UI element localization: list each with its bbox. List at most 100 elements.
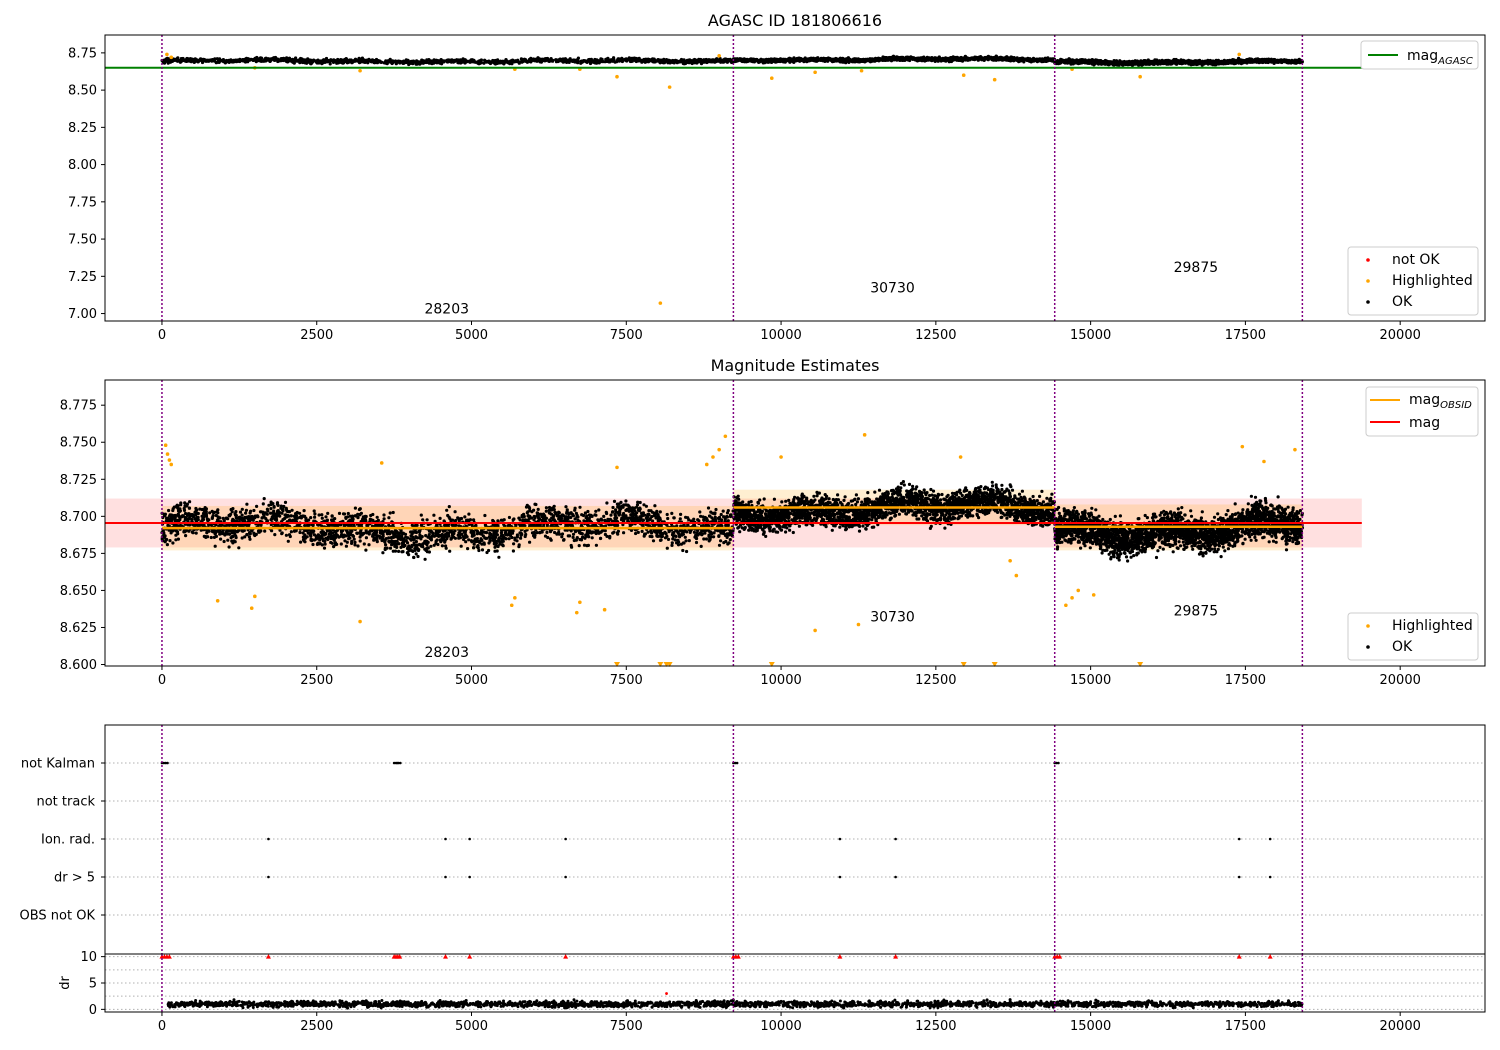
ok-point [269, 507, 273, 511]
ok-point [184, 534, 188, 538]
ok-point [243, 60, 248, 64]
ok-point [890, 58, 894, 62]
ok-point [1284, 60, 1288, 64]
ok-point [1062, 60, 1066, 64]
ok-point [1239, 62, 1243, 66]
ok-point [1029, 59, 1033, 63]
ok-point [551, 58, 555, 62]
ok-point [387, 516, 391, 520]
highlighted-point [813, 70, 817, 75]
ok-point [327, 59, 331, 64]
ok-point [580, 513, 584, 517]
ok-point [634, 59, 638, 64]
ok-point [232, 58, 236, 62]
highlighted-point [615, 74, 619, 79]
ok-point [256, 57, 260, 61]
ok-point [305, 61, 309, 65]
ok-point [227, 60, 231, 64]
ok-point [785, 58, 789, 62]
ok-point [367, 57, 371, 62]
ok-point [241, 58, 245, 62]
ok-point [996, 56, 1001, 60]
ok-point [1081, 60, 1085, 64]
ok-point [185, 58, 190, 62]
ok-point [165, 543, 169, 547]
ok-point [671, 60, 675, 65]
ok-point [237, 546, 241, 550]
ok-point [534, 59, 538, 63]
highlighted-point [859, 68, 864, 73]
ok-point [1076, 60, 1080, 64]
ok-point [321, 61, 325, 65]
ok-point [557, 58, 562, 62]
highlighted-point [165, 52, 169, 57]
y-tick-label: 7.25 [68, 270, 97, 285]
ok-point [388, 511, 392, 515]
ok-point [698, 510, 702, 514]
ok-point [467, 512, 471, 516]
ok-point [492, 61, 496, 65]
ok-point [1071, 60, 1075, 64]
y-tick-label: 8.25 [68, 121, 97, 136]
ok-point [371, 58, 375, 62]
ok-point [670, 511, 674, 515]
ok-point [571, 59, 575, 63]
x-tick-label: 2500 [300, 328, 333, 343]
ok-point [633, 56, 637, 60]
ok-point [576, 56, 581, 60]
agasc-magnitude-panel: AGASC ID 181806616 282033073029875 0 2500… [68, 11, 1486, 343]
ok-point [219, 537, 223, 541]
ok-point [1149, 62, 1153, 66]
ok-point [696, 59, 700, 64]
ok-point [658, 510, 662, 514]
ok-point [1204, 60, 1208, 64]
ok-point [840, 60, 844, 64]
ok-point [658, 61, 662, 65]
ok-point [849, 59, 854, 63]
ok-point [668, 61, 672, 65]
ok-point [346, 59, 350, 63]
ok-point [725, 59, 729, 63]
ok-point [1295, 59, 1299, 64]
ok-point [412, 555, 416, 560]
ok-point [1157, 61, 1161, 65]
ok-point [547, 59, 552, 64]
ok-point [248, 58, 252, 62]
ok-point [1022, 57, 1026, 62]
ok-point [205, 58, 209, 62]
ok-point [384, 543, 388, 547]
ok-point [461, 60, 465, 64]
ok-point [224, 60, 228, 64]
ok-point [811, 57, 815, 61]
x-tick-label: 5000 [455, 328, 488, 343]
ok-point [282, 56, 286, 60]
ok-point [431, 59, 435, 63]
ok-point [298, 530, 302, 535]
panel2-title: Magnitude Estimates [711, 356, 880, 375]
highlighted-point [667, 85, 672, 89]
ok-point [1152, 61, 1156, 65]
ok-point [476, 544, 480, 548]
ok-point [788, 60, 792, 64]
ok-point [547, 505, 552, 510]
ok-point [479, 60, 483, 64]
ok-point [1027, 57, 1031, 61]
ok-point [1209, 62, 1213, 66]
ok-point [821, 58, 825, 62]
ok-point [590, 536, 594, 540]
ok-point [1256, 59, 1260, 63]
ok-point [1033, 57, 1037, 62]
ok-point [972, 56, 977, 60]
ok-point [1172, 60, 1176, 64]
ok-point [1274, 60, 1279, 64]
ok-point [576, 61, 580, 65]
ok-point [366, 61, 370, 65]
highlighted-point [658, 301, 663, 305]
ok-point [1146, 59, 1150, 63]
ok-point [857, 60, 861, 64]
ok-point [740, 58, 744, 62]
legend-not-ok: not OK [1392, 252, 1440, 268]
ok-point [662, 57, 666, 61]
ok-point [957, 58, 961, 63]
highlighted-point [717, 54, 721, 58]
